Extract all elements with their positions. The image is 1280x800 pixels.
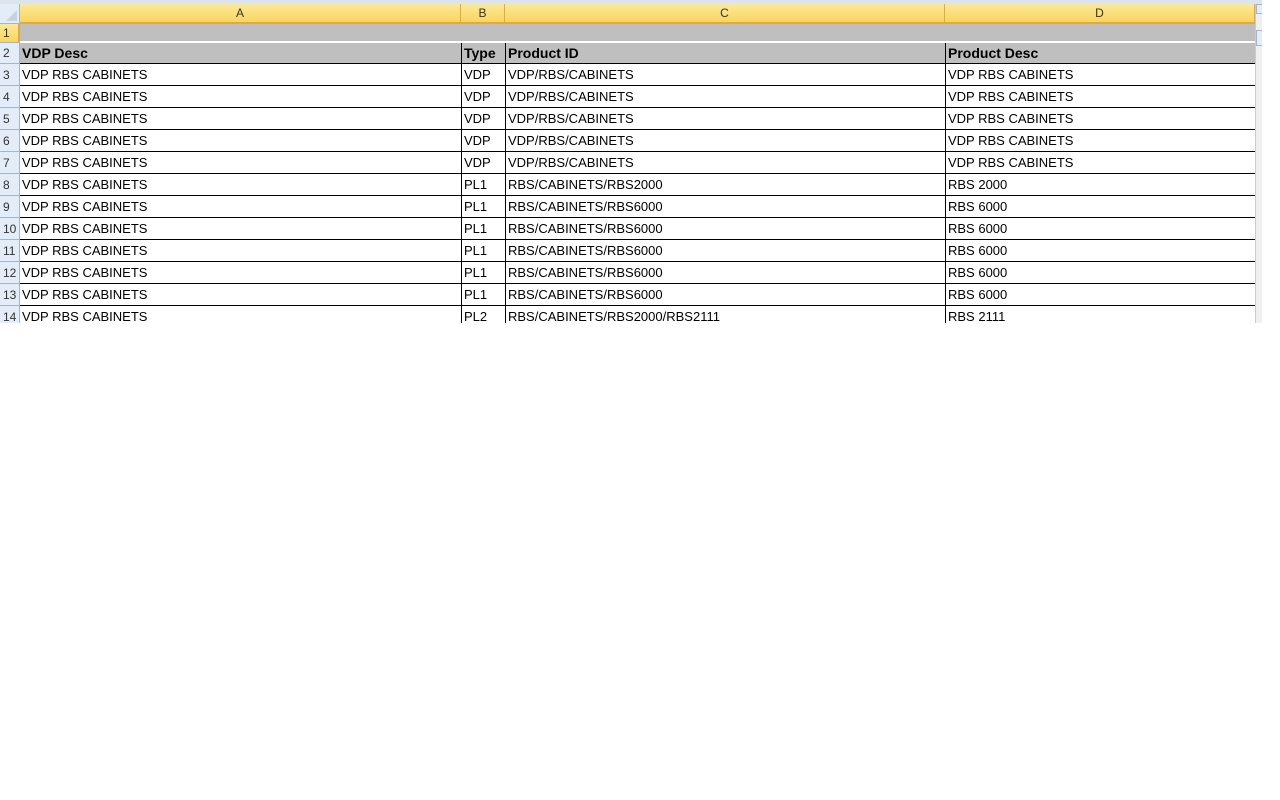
row-header[interactable]: 2 xyxy=(0,43,20,64)
header-cell[interactable]: Type xyxy=(461,43,505,64)
row-header[interactable]: 4 xyxy=(0,86,20,108)
table-cell[interactable]: RBS 6000 xyxy=(945,262,1255,284)
table-cell[interactable]: VDP RBS CABINETS xyxy=(945,86,1255,108)
table-cell[interactable]: VDP RBS CABINETS xyxy=(20,262,461,284)
row-header[interactable]: 3 xyxy=(0,64,20,86)
table-cell[interactable]: PL1 xyxy=(461,262,505,284)
table-cell[interactable]: VDP RBS CABINETS xyxy=(20,174,461,196)
table-cell[interactable]: VDP RBS CABINETS xyxy=(945,64,1255,86)
table-cell[interactable]: RBS 6000 xyxy=(945,284,1255,306)
table-cell[interactable]: VDP/RBS/CABINETS xyxy=(505,86,945,108)
header-cell[interactable]: VDP Desc xyxy=(20,43,461,64)
table-cell[interactable]: RBS/CABINETS/RBS6000 xyxy=(505,196,945,218)
column-header-c[interactable]: C xyxy=(505,4,945,24)
table-cell[interactable]: VDP RBS CABINETS xyxy=(20,284,461,306)
table-cell[interactable]: PL1 xyxy=(461,196,505,218)
table-cell[interactable]: RBS/CABINETS/RBS2000/RBS2111 xyxy=(505,306,945,323)
table-cell[interactable]: VDP xyxy=(461,130,505,152)
select-all-button[interactable] xyxy=(0,4,20,24)
table-cell[interactable]: PL1 xyxy=(461,218,505,240)
column-header-b[interactable]: B xyxy=(461,4,505,24)
table-cell[interactable]: VDP xyxy=(461,108,505,130)
table-cell[interactable]: VDP RBS CABINETS xyxy=(20,64,461,86)
row-header[interactable]: 7 xyxy=(0,152,20,174)
table-cell[interactable]: RBS 6000 xyxy=(945,196,1255,218)
table-cell[interactable]: VDP RBS CABINETS xyxy=(945,152,1255,174)
row-header[interactable]: 14 xyxy=(0,306,20,323)
table-cell[interactable]: VDP xyxy=(461,86,505,108)
row-header[interactable]: 8 xyxy=(0,174,20,196)
table-cell[interactable]: RBS/CABINETS/RBS6000 xyxy=(505,262,945,284)
row-header[interactable]: 1 xyxy=(0,24,20,43)
header-cell[interactable]: Product Desc xyxy=(945,43,1255,64)
scrollbar-thumb[interactable] xyxy=(1256,30,1262,46)
table-cell[interactable]: RBS/CABINETS/RBS6000 xyxy=(505,284,945,306)
table-cell[interactable]: RBS 6000 xyxy=(945,240,1255,262)
table-cell[interactable]: RBS/CABINETS/RBS6000 xyxy=(505,240,945,262)
table-cell[interactable]: VDP RBS CABINETS xyxy=(20,240,461,262)
table-cell[interactable]: VDP/RBS/CABINETS xyxy=(505,130,945,152)
header-cell[interactable]: Product ID xyxy=(505,43,945,64)
table-cell[interactable]: PL2 xyxy=(461,306,505,323)
table-cell[interactable]: RBS/CABINETS/RBS2000 xyxy=(505,174,945,196)
spreadsheet-grid: ABCD 1 2 VDP Desc Type Product ID Product Des… xyxy=(0,0,1262,323)
table-cell[interactable]: PL1 xyxy=(461,284,505,306)
table-cell[interactable]: VDP RBS CABINETS xyxy=(20,306,461,323)
table-cell[interactable]: VDP/RBS/CABINETS xyxy=(505,108,945,130)
column-header-a[interactable]: A xyxy=(20,4,461,24)
table-cell[interactable]: VDP RBS CABINETS xyxy=(20,218,461,240)
table-cell[interactable]: VDP RBS CABINETS xyxy=(20,130,461,152)
table-cell[interactable]: VDP xyxy=(461,64,505,86)
table-cell[interactable]: VDP/RBS/CABINETS xyxy=(505,152,945,174)
row-header[interactable]: 12 xyxy=(0,262,20,284)
table-cell[interactable]: VDP RBS CABINETS xyxy=(20,108,461,130)
table-cell[interactable]: VDP xyxy=(461,152,505,174)
table-cell[interactable]: PL1 xyxy=(461,240,505,262)
table-cell[interactable]: RBS 2000 xyxy=(945,174,1255,196)
row-header[interactable]: 5 xyxy=(0,108,20,130)
row-header[interactable]: 10 xyxy=(0,218,20,240)
table-cell[interactable]: VDP RBS CABINETS xyxy=(20,196,461,218)
row-header[interactable]: 6 xyxy=(0,130,20,152)
table-cell[interactable]: VDP RBS CABINETS xyxy=(20,86,461,108)
table-cell[interactable]: RBS 6000 xyxy=(945,218,1255,240)
row-header[interactable]: 9 xyxy=(0,196,20,218)
row-header[interactable]: 11 xyxy=(0,240,20,262)
table-cell[interactable]: RBS 2111 xyxy=(945,306,1255,323)
table-cell[interactable]: VDP RBS CABINETS xyxy=(945,130,1255,152)
scroll-up-icon[interactable] xyxy=(1256,4,1262,14)
table-cell[interactable]: VDP RBS CABINETS xyxy=(945,108,1255,130)
merged-cell-row-1[interactable] xyxy=(20,24,1255,43)
column-header-d[interactable]: D xyxy=(945,4,1255,24)
row-header[interactable]: 13 xyxy=(0,284,20,306)
table-cell[interactable]: VDP RBS CABINETS xyxy=(20,152,461,174)
table-cell[interactable]: RBS/CABINETS/RBS6000 xyxy=(505,218,945,240)
table-cell[interactable]: VDP/RBS/CABINETS xyxy=(505,64,945,86)
vertical-scrollbar[interactable] xyxy=(1255,4,1262,323)
table-cell[interactable]: PL1 xyxy=(461,174,505,196)
